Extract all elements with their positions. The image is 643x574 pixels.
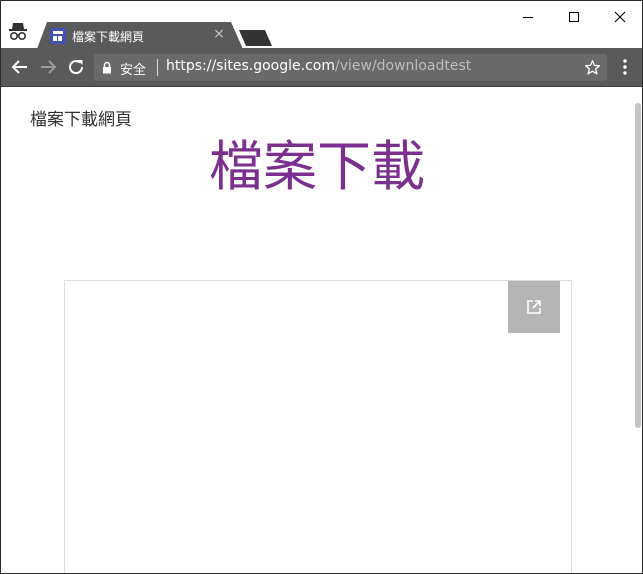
open-in-new-icon <box>527 300 541 314</box>
tab-close-icon[interactable]: × <box>211 26 227 42</box>
site-favicon-icon <box>50 28 66 44</box>
tab-active[interactable]: 檔案下載網頁 × <box>37 22 243 49</box>
embedded-content-frame[interactable] <box>64 280 572 573</box>
browser-window: 檔案下載網頁 × 安全 https://sites.google.com/vie… <box>0 0 643 574</box>
site-title[interactable]: 檔案下載網頁 <box>30 105 132 130</box>
reload-icon[interactable] <box>65 56 87 78</box>
maximize-button[interactable] <box>551 1 597 33</box>
close-window-button[interactable] <box>597 1 642 33</box>
minimize-button[interactable] <box>505 1 551 33</box>
minimize-icon <box>523 17 533 18</box>
close-icon <box>614 11 626 23</box>
new-tab-button[interactable] <box>239 28 275 48</box>
open-in-new-button[interactable] <box>508 281 560 333</box>
browser-toolbar: 安全 https://sites.google.com/view/downloa… <box>1 48 642 87</box>
maximize-icon <box>569 12 579 22</box>
lock-icon <box>103 61 111 74</box>
forward-arrow-icon[interactable] <box>37 56 59 78</box>
scrollbar-thumb[interactable] <box>635 103 641 428</box>
back-arrow-icon[interactable] <box>9 56 31 78</box>
tab-strip: 檔案下載網頁 × <box>1 1 642 49</box>
omnibox-separator <box>157 59 158 76</box>
url-text[interactable]: https://sites.google.com/view/downloadte… <box>166 58 471 74</box>
star-icon[interactable] <box>584 59 601 76</box>
vertical-dots-icon[interactable] <box>618 58 632 76</box>
address-bar[interactable]: 安全 https://sites.google.com/view/downloa… <box>94 54 607 81</box>
page-content: 檔案下載網頁 檔案下載 <box>1 87 642 573</box>
tab-title: 檔案下載網頁 <box>72 30 145 44</box>
url-path: /view/downloadtest <box>334 58 472 74</box>
security-label: 安全 <box>120 63 147 78</box>
page-heading: 檔案下載 <box>209 135 425 198</box>
url-host: https://sites.google.com <box>166 58 335 74</box>
incognito-icon <box>9 23 27 41</box>
